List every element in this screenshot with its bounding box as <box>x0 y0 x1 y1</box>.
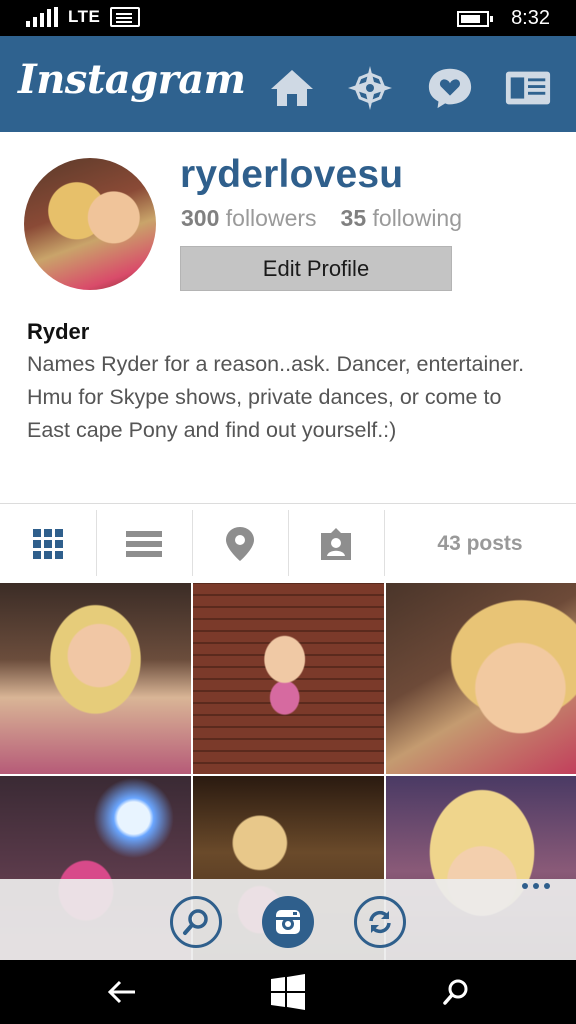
profile-card-icon[interactable] <box>504 66 552 110</box>
refresh-button[interactable] <box>354 896 406 948</box>
tagged-photos-icon <box>321 528 351 560</box>
list-view-tab[interactable] <box>96 504 192 584</box>
windows-start-button[interactable] <box>268 972 308 1012</box>
grid-view-tab[interactable] <box>0 504 96 584</box>
message-notification-icon <box>110 7 141 27</box>
camera-button[interactable] <box>262 896 314 948</box>
home-icon[interactable] <box>268 66 316 110</box>
list-view-icon <box>126 531 162 557</box>
profile-avatar[interactable] <box>24 158 156 290</box>
following-stat[interactable]: 35 following <box>341 205 462 232</box>
followers-stat[interactable]: 300 followers <box>181 205 317 232</box>
followers-count: 300 <box>181 205 220 231</box>
grid-view-icon <box>33 529 63 559</box>
system-search-button[interactable] <box>436 972 476 1012</box>
activity-icon[interactable] <box>426 66 474 110</box>
edit-profile-button[interactable]: Edit Profile <box>180 246 452 291</box>
more-options-button[interactable] <box>522 883 550 889</box>
profile-view-tabs: 43 posts <box>0 503 576 583</box>
photo-thumbnail[interactable] <box>193 583 384 774</box>
clock: 8:32 <box>511 7 550 29</box>
following-count: 35 <box>340 205 367 231</box>
following-label: following <box>372 205 463 231</box>
system-nav-bar <box>0 960 576 1024</box>
back-icon <box>107 980 135 1004</box>
location-tab[interactable] <box>192 504 288 584</box>
camera-icon <box>276 910 300 934</box>
photo-thumbnail[interactable] <box>0 583 191 774</box>
refresh-icon <box>369 910 391 934</box>
status-bar: LTE 8:32 <box>0 0 576 36</box>
profile-name: Ryder <box>27 319 90 344</box>
signal-icon <box>26 7 58 27</box>
explore-icon[interactable] <box>346 66 394 110</box>
bottom-app-bar <box>0 879 576 960</box>
back-button[interactable] <box>102 972 142 1012</box>
app-header: Instagram <box>0 36 576 132</box>
search-icon <box>443 979 468 1005</box>
followers-label: followers <box>225 205 317 231</box>
battery-icon <box>457 10 494 27</box>
search-icon <box>183 909 208 935</box>
profile-bio: Names Ryder for a reason..ask. Dancer, e… <box>27 352 525 442</box>
network-type: LTE <box>68 7 101 26</box>
location-pin-icon <box>226 527 254 561</box>
windows-icon <box>271 974 305 1010</box>
photo-thumbnail[interactable] <box>386 583 576 774</box>
search-button[interactable] <box>170 896 222 948</box>
profile-counts: 300 followers 35 following <box>181 205 462 232</box>
tagged-photos-tab[interactable] <box>288 504 384 584</box>
posts-count: 43 posts <box>384 504 576 584</box>
instagram-logo: Instagram <box>18 56 246 103</box>
username: ryderlovesu <box>180 153 404 196</box>
